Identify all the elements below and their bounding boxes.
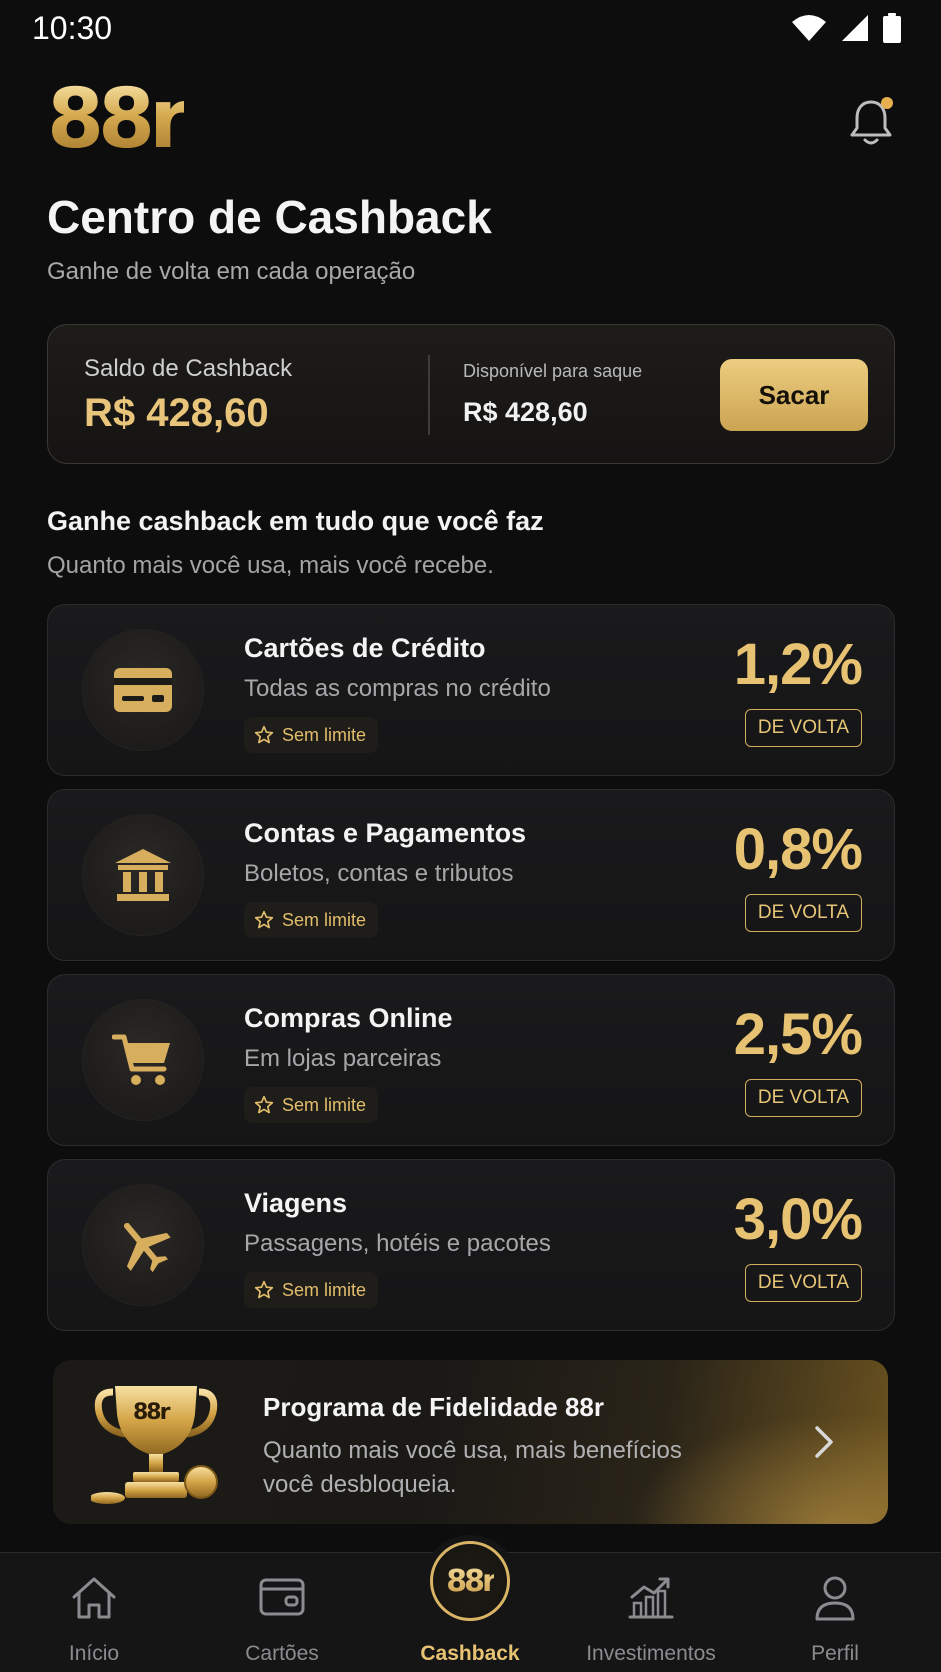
cashback-logo-icon[interactable]: 88r xyxy=(430,1541,510,1621)
category-title: Compras Online xyxy=(244,1003,453,1033)
credit-card-icon xyxy=(114,668,172,712)
cashback-logo-text: 88r xyxy=(446,1563,497,1599)
nav-item-cards[interactable]: Cartões xyxy=(188,1553,376,1672)
no-limit-label: Sem limite xyxy=(282,909,367,930)
category-icon-circle xyxy=(83,1185,203,1305)
wifi-icon xyxy=(792,15,826,41)
notification-dot xyxy=(881,97,893,109)
notification-bell-icon[interactable] xyxy=(847,96,895,148)
status-icons xyxy=(791,13,901,43)
nav-item-profile[interactable]: Perfil xyxy=(740,1553,930,1672)
category-title: Viagens xyxy=(244,1188,348,1218)
cashback-category-credit-cards[interactable]: Cartões de Crédito Todas as compras no c… xyxy=(47,604,895,776)
bottom-navigation: Início Cartões Cashback 88r Investimento… xyxy=(0,1535,941,1672)
section-title: Ganhe cashback em tudo que você faz xyxy=(47,506,544,536)
category-icon-circle xyxy=(83,815,203,935)
loyalty-description: Quanto mais você usa, mais benefícios vo… xyxy=(263,1437,682,1498)
brand-logo: 88r xyxy=(47,72,190,167)
wallet-card-icon xyxy=(259,1578,305,1616)
cashback-balance-card: Saldo de Cashback R$ 428,60 Disponível p… xyxy=(47,324,895,464)
no-limit-tag: Sem limite xyxy=(244,1087,379,1123)
star-icon xyxy=(254,910,274,929)
cashback-rate: 3,0% xyxy=(733,1187,863,1252)
shopping-cart-icon xyxy=(112,1034,170,1085)
cashback-badge: DE VOLTA xyxy=(744,1264,862,1302)
nav-label: Cashback xyxy=(420,1642,520,1665)
category-description: Passagens, hotéis e pacotes xyxy=(244,1230,551,1257)
category-description: Boletos, contas e tributos xyxy=(244,860,514,887)
cashback-category-online-shopping[interactable]: Compras Online Em lojas parceiras Sem li… xyxy=(47,974,895,1146)
status-time: 10:30 xyxy=(32,9,113,46)
no-limit-tag: Sem limite xyxy=(244,1272,379,1308)
battery-icon xyxy=(883,13,901,43)
no-limit-label: Sem limite xyxy=(282,1094,367,1115)
category-icon-circle xyxy=(83,630,203,750)
status-bar: 10:30 xyxy=(0,0,941,56)
trophy-icon xyxy=(91,1386,218,1504)
nav-label: Início xyxy=(68,1642,120,1665)
category-title: Contas e Pagamentos xyxy=(244,818,527,848)
no-limit-tag: Sem limite xyxy=(244,902,379,938)
available-value: R$ 428,60 xyxy=(463,397,588,427)
nav-item-home[interactable]: Início xyxy=(0,1553,188,1672)
cashback-rate: 0,8% xyxy=(733,817,863,882)
category-description: Todas as compras no crédito xyxy=(244,675,551,702)
no-limit-tag: Sem limite xyxy=(244,717,379,753)
balance-divider xyxy=(428,355,430,435)
withdraw-button[interactable]: Sacar xyxy=(720,359,868,431)
airplane-icon xyxy=(123,1222,171,1273)
bank-icon xyxy=(115,849,171,901)
nav-label: Investimentos xyxy=(586,1642,716,1665)
chevron-right-icon[interactable] xyxy=(812,1424,836,1460)
star-icon xyxy=(254,1280,274,1299)
app-header: 88r xyxy=(47,72,895,167)
loyalty-program-banner[interactable]: 88r Programa de Fidelidade 88r Quanto ma… xyxy=(53,1360,888,1524)
section-subtitle: Quanto mais você usa, mais você recebe. xyxy=(47,552,494,579)
cashback-rate: 1,2% xyxy=(733,632,863,697)
cashback-badge: DE VOLTA xyxy=(744,709,862,747)
balance-value: R$ 428,60 xyxy=(84,391,269,435)
page-subtitle: Ganhe de volta em cada operação xyxy=(47,258,416,285)
category-title: Cartões de Crédito xyxy=(244,633,486,663)
cashback-category-bills[interactable]: Contas e Pagamentos Boletos, contas e tr… xyxy=(47,789,895,961)
chart-growth-icon xyxy=(628,1577,674,1619)
nav-label: Perfil xyxy=(811,1642,859,1665)
home-icon xyxy=(72,1577,116,1619)
cashback-badge: DE VOLTA xyxy=(744,1079,862,1117)
no-limit-label: Sem limite xyxy=(282,724,367,745)
star-icon xyxy=(254,1095,274,1114)
star-icon xyxy=(254,725,274,744)
category-description: Em lojas parceiras xyxy=(244,1045,442,1072)
loyalty-title: Programa de Fidelidade 88r xyxy=(263,1392,605,1422)
nav-item-investments[interactable]: Investimentos xyxy=(556,1553,746,1672)
cashback-badge: DE VOLTA xyxy=(744,894,862,932)
signal-icon xyxy=(842,15,868,41)
cashback-category-travel[interactable]: Viagens Passagens, hotéis e pacotes Sem … xyxy=(47,1159,895,1331)
user-icon xyxy=(815,1576,855,1621)
trophy-logo-text: 88r xyxy=(133,1400,170,1425)
page-title: Centro de Cashback xyxy=(47,191,492,243)
balance-label: Saldo de Cashback xyxy=(84,355,293,382)
cashback-rate: 2,5% xyxy=(733,1002,863,1067)
available-label: Disponível para saque xyxy=(463,361,643,381)
category-icon-circle xyxy=(83,1000,203,1120)
no-limit-label: Sem limite xyxy=(282,1279,367,1300)
nav-label: Cartões xyxy=(245,1642,319,1665)
